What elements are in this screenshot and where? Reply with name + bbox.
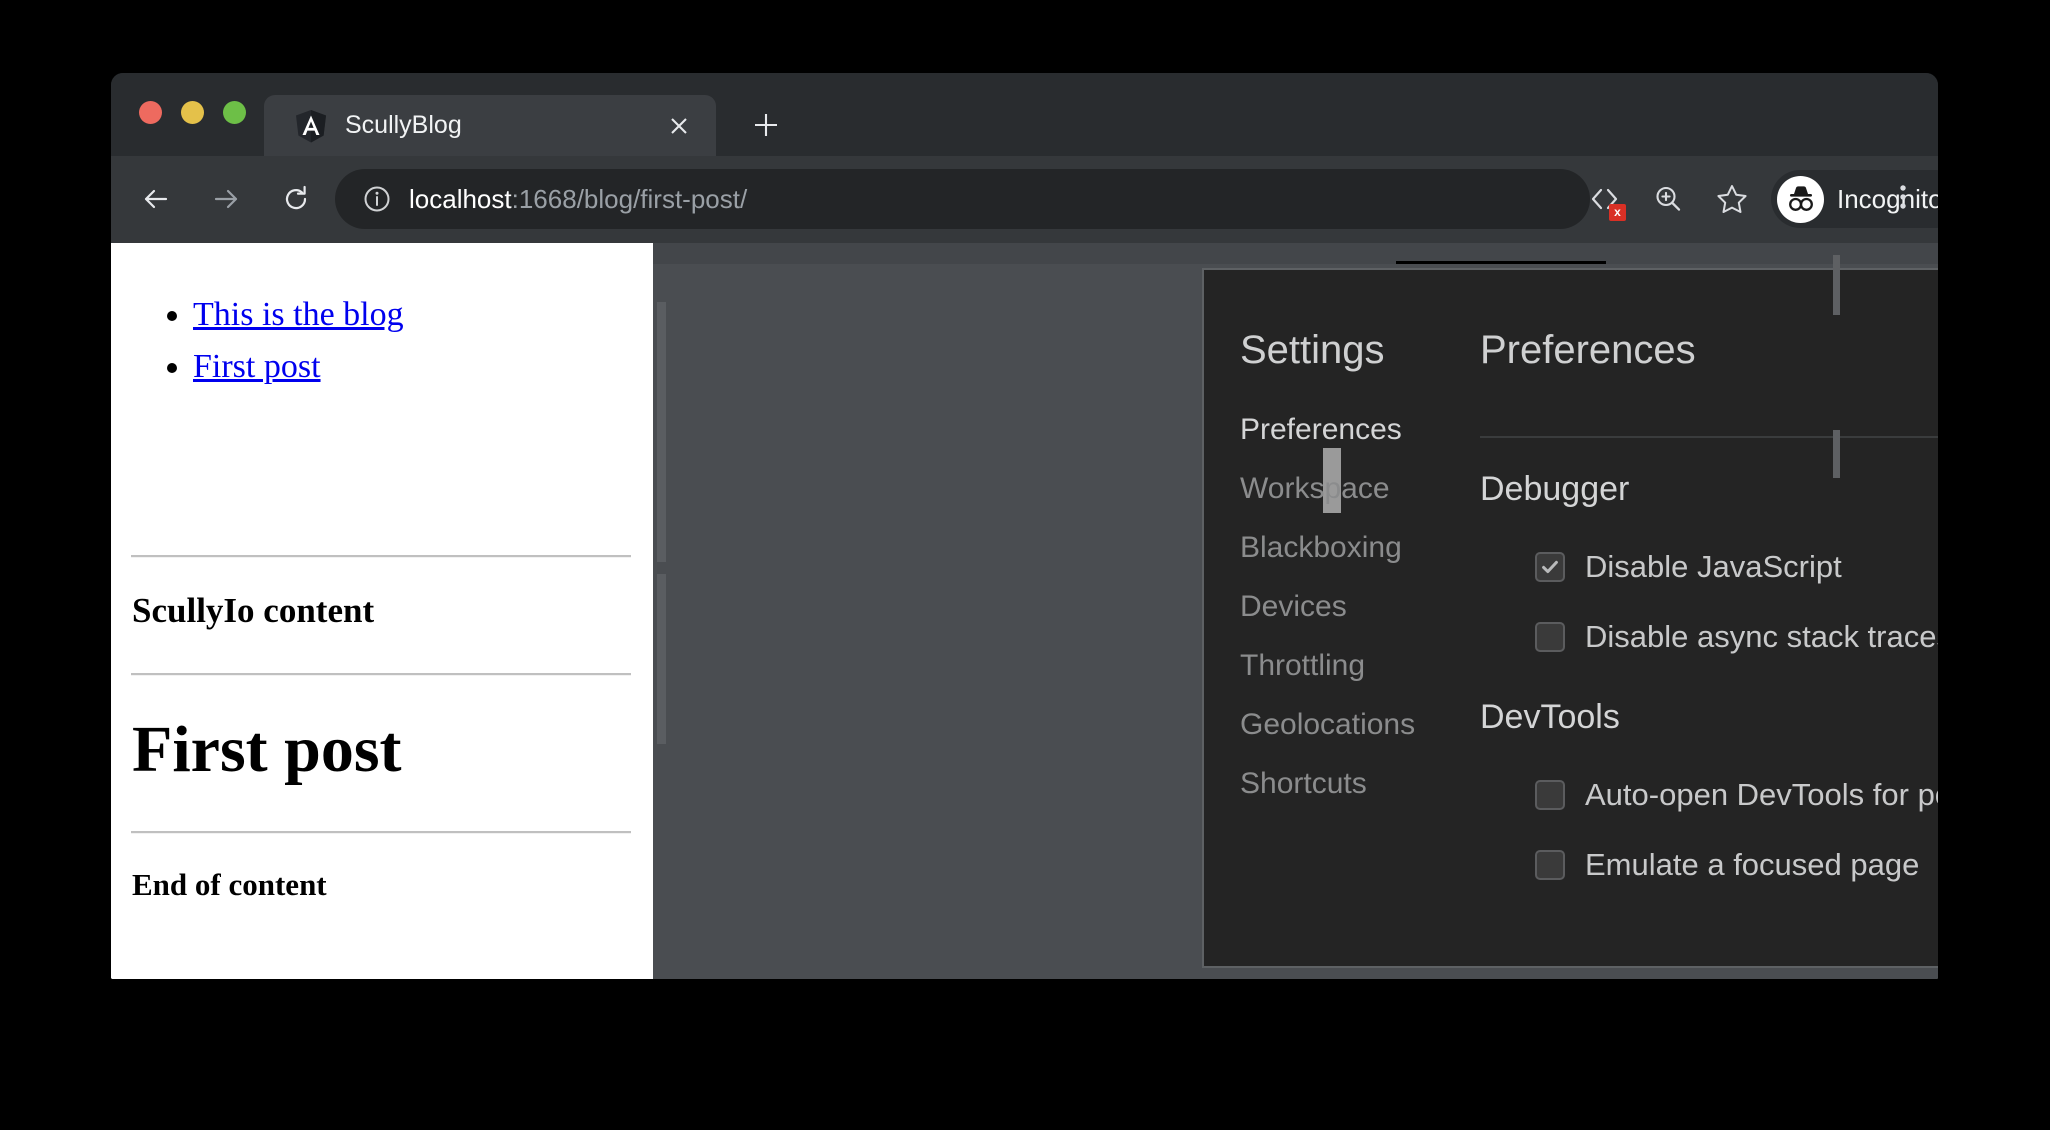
checkbox-icon[interactable] — [1535, 850, 1565, 880]
screen: ScullyBlog localhost:1668/blog/first-pos… — [0, 0, 2050, 1130]
devtools-resize-strip[interactable] — [1833, 255, 1840, 315]
tab-close-icon[interactable] — [662, 109, 696, 143]
settings-nav-item-workspace[interactable]: Workspace — [1240, 459, 1480, 518]
window-minimize-button[interactable] — [181, 101, 204, 124]
divider — [131, 831, 631, 834]
arrow-left-icon[interactable] — [133, 176, 179, 222]
devtools-topbar — [653, 243, 1938, 264]
web-page-content: This is the blog First post ScullyIo con… — [111, 243, 653, 979]
address-bar[interactable]: localhost:1668/blog/first-post/ — [335, 169, 1590, 229]
heading-scullyio-content: ScullyIo content — [132, 591, 375, 630]
settings-nav-item-shortcuts[interactable]: Shortcuts — [1240, 754, 1480, 813]
blog-nav-list: This is the blog First post — [111, 243, 653, 390]
divider — [131, 555, 631, 558]
url-host: localhost — [409, 184, 512, 214]
tab-strip: ScullyBlog — [111, 73, 1938, 156]
divider — [131, 673, 631, 676]
setting-disable-javascript[interactable]: Disable JavaScript — [1535, 543, 1938, 591]
checkbox-label: Auto-open DevTools for popups — [1585, 777, 1938, 812]
zoom-in-icon[interactable] — [1645, 176, 1691, 222]
list-item: This is the blog — [193, 291, 653, 338]
reload-icon[interactable] — [273, 176, 319, 222]
checkbox-label: Emulate a focused page — [1585, 847, 1920, 882]
divider — [1480, 436, 1938, 438]
setting-emulate-a-focused-page[interactable]: Emulate a focused page — [1535, 841, 1938, 889]
checkbox-icon[interactable] — [1535, 552, 1565, 582]
settings-nav-list: Preferences Workspace Blackboxing Device… — [1240, 400, 1480, 813]
browser-window: ScullyBlog localhost:1668/blog/first-pos… — [111, 73, 1938, 979]
checkbox-label: Disable async stack traces — [1585, 619, 1938, 654]
settings-nav-item-devices[interactable]: Devices — [1240, 577, 1480, 636]
browser-toolbar: localhost:1668/blog/first-post/ x Incogn… — [111, 156, 1938, 243]
info-circle-icon[interactable] — [363, 185, 391, 213]
star-icon[interactable] — [1709, 176, 1755, 222]
incognito-hat-glasses-icon — [1777, 175, 1824, 223]
settings-title: Settings — [1240, 328, 1385, 372]
settings-dialog: Settings Preferences Workspace Blackboxi… — [1202, 268, 1938, 968]
section-heading: Debugger — [1480, 470, 1630, 508]
settings-nav-item-preferences[interactable]: Preferences — [1240, 400, 1480, 459]
link-this-is-the-blog[interactable]: This is the blog — [193, 296, 404, 333]
address-bar-url: localhost:1668/blog/first-post/ — [409, 169, 747, 229]
list-item: First post — [193, 343, 653, 390]
checkbox-label: Disable JavaScript — [1585, 549, 1842, 584]
heading-first-post: First post — [132, 713, 402, 786]
window-traffic-lights — [139, 101, 246, 124]
checkbox-icon[interactable] — [1535, 622, 1565, 652]
devtools-error-icon[interactable]: x — [1581, 176, 1627, 222]
window-close-button[interactable] — [139, 101, 162, 124]
settings-content-pane: Preferences Debugger Disable JavaScript … — [1480, 270, 1938, 966]
setting-auto-open-devtools-for-popups[interactable]: Auto-open DevTools for popups — [1535, 771, 1938, 819]
url-path: :1668/blog/first-post/ — [511, 184, 748, 214]
arrow-right-icon[interactable] — [203, 176, 249, 222]
three-dot-menu-icon[interactable] — [1883, 174, 1923, 220]
setting-disable-async-stack-traces[interactable]: Disable async stack traces — [1535, 613, 1938, 661]
browser-viewport: This is the blog First post ScullyIo con… — [111, 243, 1938, 979]
content-title: Preferences — [1480, 328, 1696, 372]
section-heading: DevTools — [1480, 698, 1620, 736]
devtools-scrollbar-thumb[interactable] — [657, 574, 666, 744]
checkbox-icon[interactable] — [1535, 780, 1565, 810]
link-first-post[interactable]: First post — [193, 348, 321, 385]
settings-section-debugger: Debugger Disable JavaScript Disable asyn… — [1480, 470, 1938, 683]
devtools-resize-strip[interactable] — [1833, 430, 1840, 478]
devtools-error-badge: x — [1609, 204, 1626, 221]
settings-section-devtools: DevTools Auto-open DevTools for popups — [1480, 698, 1938, 911]
angular-shield-icon — [293, 108, 329, 144]
new-tab-button[interactable] — [744, 103, 788, 147]
devtools-pane: Settings Preferences Workspace Blackboxi… — [653, 243, 1938, 979]
devtools-scrollbar-thumb[interactable] — [657, 302, 666, 562]
tab-title: ScullyBlog — [345, 111, 462, 139]
settings-nav-item-blackboxing[interactable]: Blackboxing — [1240, 518, 1480, 577]
window-maximize-button[interactable] — [223, 101, 246, 124]
heading-end-of-content: End of content — [132, 867, 327, 902]
settings-nav-item-throttling[interactable]: Throttling — [1240, 636, 1480, 695]
browser-tab[interactable]: ScullyBlog — [264, 95, 716, 156]
settings-nav-item-geolocations[interactable]: Geolocations — [1240, 695, 1480, 754]
